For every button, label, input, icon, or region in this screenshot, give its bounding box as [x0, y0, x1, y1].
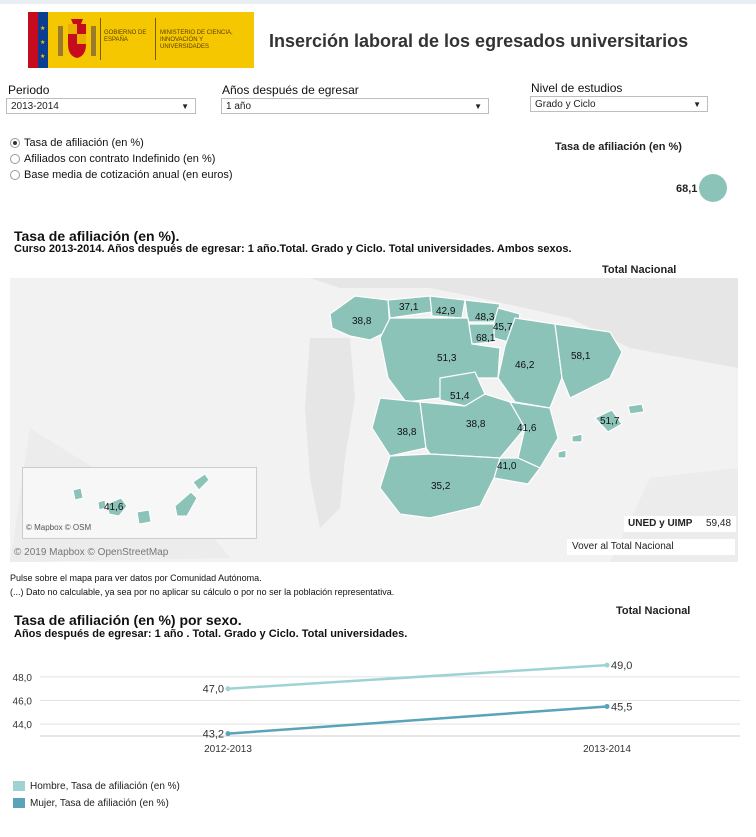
map-total-nacional-label: Total Nacional [602, 264, 677, 276]
legend-swatch-hombre [13, 781, 25, 791]
map-label-cataluna: 58,1 [571, 351, 591, 362]
logo-divider [100, 18, 101, 60]
map-label-galicia: 38,8 [352, 316, 372, 327]
svg-text:★: ★ [40, 39, 45, 46]
map-note-2: (...) Dato no calculable, ya sea por no … [10, 587, 395, 597]
logo-text-gobierno: GOBIERNO DE ESPAÑA [104, 30, 147, 43]
nivel-select[interactable]: Grado y Ciclo ▼ [530, 96, 708, 112]
data-point [225, 731, 231, 737]
radio-label: Afiliados con contrato Indefinido (en %) [24, 153, 216, 165]
map-label-cantabria: 42,9 [436, 306, 456, 317]
coat-of-arms-icon [56, 18, 98, 62]
uned-panel[interactable]: UNED y UIMP 59,48 [624, 516, 736, 532]
data-point [604, 662, 610, 668]
radio-label: Tasa de afiliación (en %) [24, 137, 144, 149]
map-section-title: Tasa de afiliación (en %). [14, 228, 180, 244]
inset-attribution: © Mapbox © OSM [26, 523, 92, 532]
y-tick-label: 48,0 [13, 673, 33, 684]
nivel-label: Nivel de estudios [531, 81, 623, 95]
map-label-castilla-mancha: 38,8 [466, 419, 486, 430]
line-section-title: Tasa de afiliación (en %) por sexo. [14, 612, 242, 628]
uned-label: UNED y UIMP [628, 518, 693, 529]
map-note-1: Pulse sobre el mapa para ver datos por C… [10, 573, 262, 583]
nivel-value: Grado y Ciclo [535, 99, 596, 110]
line-total-nacional-label: Total Nacional [616, 605, 691, 617]
y-tick-label: 46,0 [13, 697, 33, 708]
radio-contrato-indefinido[interactable]: Afiliados con contrato Indefinido (en %) [10, 153, 215, 165]
map-label-madrid: 51,4 [450, 391, 470, 402]
legend-label-mujer: Mujer, Tasa de afiliación (en %) [30, 798, 169, 809]
radio-tasa-afiliacion[interactable]: Tasa de afiliación (en %) [10, 137, 144, 149]
map-label-asturias: 37,1 [399, 302, 419, 313]
kpi-circle[interactable] [699, 174, 727, 202]
y-tick-label: 44,0 [13, 720, 33, 731]
svg-text:★: ★ [40, 53, 45, 60]
data-point [225, 686, 231, 692]
map-label-valencia: 41,6 [517, 423, 537, 434]
map-label-baleares: 51,7 [600, 416, 620, 427]
radio-selected-icon [10, 138, 20, 148]
data-label: 43,2 [203, 729, 224, 741]
periodo-select[interactable]: 2013-2014 ▼ [6, 98, 196, 114]
map-attribution[interactable]: © 2019 Mapbox © OpenStreetMap [14, 547, 168, 558]
logo-text-ministerio: MINISTERIO DE CIENCIA, INNOVACIÓN Y UNIV… [160, 30, 233, 50]
radio-label: Base media de cotización anual (en euros… [24, 169, 233, 181]
map-label-andalucia: 35,2 [431, 481, 451, 492]
chevron-down-icon: ▼ [693, 100, 701, 109]
map-section-subtitle: Curso 2013-2014. Años después de egresar… [14, 243, 572, 255]
map-label-la-rioja: 68,1 [476, 333, 496, 344]
back-to-national-button[interactable]: Vover al Total Nacional [567, 539, 735, 555]
legend-label-hombre: Hombre, Tasa de afiliación (en %) [30, 781, 180, 792]
legend-swatch-mujer [13, 798, 25, 808]
uned-value: 59,48 [706, 518, 732, 529]
series-line [227, 705, 608, 735]
data-label: 49,0 [611, 660, 632, 672]
map-label-navarra: 45,7 [493, 322, 513, 333]
line-section-subtitle: Años después de egresar: 1 año . Total. … [14, 628, 408, 640]
x-tick-label: 2012-2013 [204, 744, 252, 755]
data-point [604, 703, 610, 709]
map-label-extremadura: 38,8 [397, 427, 417, 438]
anios-value: 1 año [226, 101, 252, 112]
radio-unselected-icon [10, 170, 20, 180]
logo-divider-2 [155, 18, 156, 60]
map-label-castilla-leon: 51,3 [437, 353, 457, 364]
x-tick-label: 2013-2014 [583, 744, 631, 755]
kpi-value: 68,1 [676, 183, 698, 195]
page-title: Inserción laboral de los egresados unive… [269, 31, 689, 51]
logo-flag-red [28, 12, 38, 68]
anios-label: Años después de egresar [222, 83, 359, 97]
radio-unselected-icon [10, 154, 20, 164]
kpi-title: Tasa de afiliación (en %) [555, 141, 682, 153]
map-label-aragon: 46,2 [515, 360, 535, 371]
chevron-down-icon: ▼ [181, 102, 189, 111]
map-label-pais-vasco: 48,3 [475, 312, 495, 323]
radio-base-cotizacion[interactable]: Base media de cotización anual (en euros… [10, 169, 233, 181]
periodo-label: Periodo [8, 83, 50, 97]
map-label-canarias: 41,6 [104, 502, 124, 513]
map-label-murcia: 41,0 [497, 461, 517, 472]
line-chart[interactable]: 44,0 46,0 48,0 2012-2013 2013-2014 47,0 49,0 43… [0, 650, 756, 760]
data-label: 45,5 [611, 701, 632, 713]
data-label: 47,0 [203, 684, 224, 696]
svg-text:★: ★ [40, 25, 45, 32]
anios-select[interactable]: 1 año ▼ [221, 98, 489, 114]
top-strip [0, 0, 756, 4]
chevron-down-icon: ▼ [474, 102, 482, 111]
logo-flag-blue: ★ ★ ★ [38, 12, 48, 68]
periodo-value: 2013-2014 [11, 101, 59, 112]
